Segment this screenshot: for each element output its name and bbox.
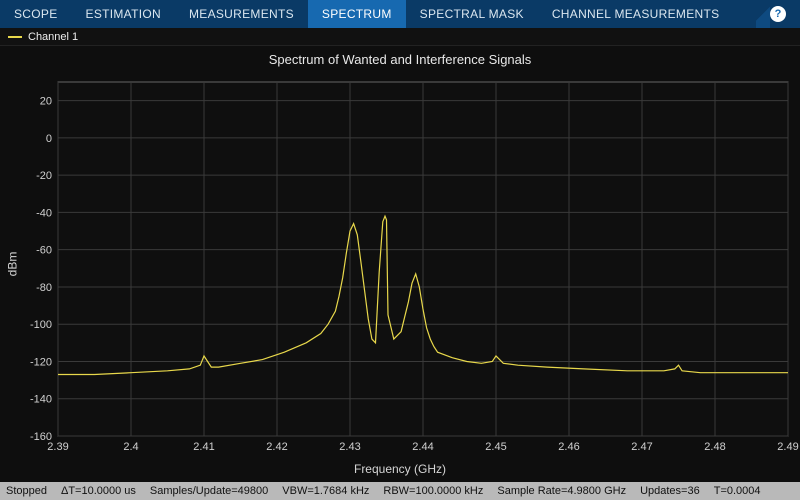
plot-area[interactable]: 2.392.42.412.422.432.442.452.462.472.482…	[58, 82, 788, 436]
tab-channel-measurements[interactable]: CHANNEL MEASUREMENTS	[538, 0, 734, 28]
svg-text:2.47: 2.47	[631, 441, 652, 453]
tab-scope[interactable]: SCOPE	[0, 0, 72, 28]
help-button[interactable]: ?	[756, 0, 800, 28]
status-bar: Stopped ΔT=10.0000 us Samples/Update=498…	[0, 482, 800, 500]
status-t: T=0.0004	[714, 485, 761, 497]
svg-text:-20: -20	[36, 170, 52, 182]
chart: Spectrum of Wanted and Interference Sign…	[0, 46, 800, 482]
status-vbw: VBW=1.7684 kHz	[282, 485, 369, 497]
tab-spectrum[interactable]: SPECTRUM	[308, 0, 406, 28]
tab-spectral-mask[interactable]: SPECTRAL MASK	[406, 0, 538, 28]
svg-text:2.44: 2.44	[412, 441, 433, 453]
svg-text:-160: -160	[30, 431, 52, 443]
svg-text:-100: -100	[30, 319, 52, 331]
svg-text:0: 0	[46, 133, 52, 145]
status-updates: Updates=36	[640, 485, 700, 497]
status-state: Stopped	[6, 485, 47, 497]
help-icon: ?	[770, 6, 786, 22]
svg-text:2.4: 2.4	[123, 441, 138, 453]
legend: Channel 1	[0, 28, 800, 46]
tab-measurements[interactable]: MEASUREMENTS	[175, 0, 308, 28]
toolbar: SCOPE ESTIMATION MEASUREMENTS SPECTRUM S…	[0, 0, 800, 28]
svg-text:-120: -120	[30, 356, 52, 368]
svg-text:20: 20	[40, 96, 52, 108]
tab-estimation[interactable]: ESTIMATION	[72, 0, 175, 28]
svg-text:-60: -60	[36, 245, 52, 257]
svg-text:-80: -80	[36, 282, 52, 294]
svg-text:2.45: 2.45	[485, 441, 506, 453]
svg-text:2.42: 2.42	[266, 441, 287, 453]
chart-title: Spectrum of Wanted and Interference Sign…	[0, 46, 800, 69]
svg-text:2.48: 2.48	[704, 441, 725, 453]
svg-text:-40: -40	[36, 207, 52, 219]
svg-text:-140: -140	[30, 394, 52, 406]
plot-svg: 2.392.42.412.422.432.442.452.462.472.482…	[58, 82, 788, 436]
svg-text:2.41: 2.41	[193, 441, 214, 453]
svg-text:2.46: 2.46	[558, 441, 579, 453]
y-axis-label: dBm	[5, 252, 19, 277]
status-sample-rate: Sample Rate=4.9800 GHz	[497, 485, 626, 497]
status-delta-t: ΔT=10.0000 us	[61, 485, 136, 497]
status-rbw: RBW=100.0000 kHz	[383, 485, 483, 497]
status-samples: Samples/Update=49800	[150, 485, 268, 497]
legend-label: Channel 1	[28, 31, 78, 43]
legend-swatch	[8, 36, 22, 38]
svg-text:2.49: 2.49	[777, 441, 798, 453]
svg-text:2.43: 2.43	[339, 441, 360, 453]
x-axis-label: Frequency (GHz)	[354, 462, 446, 476]
